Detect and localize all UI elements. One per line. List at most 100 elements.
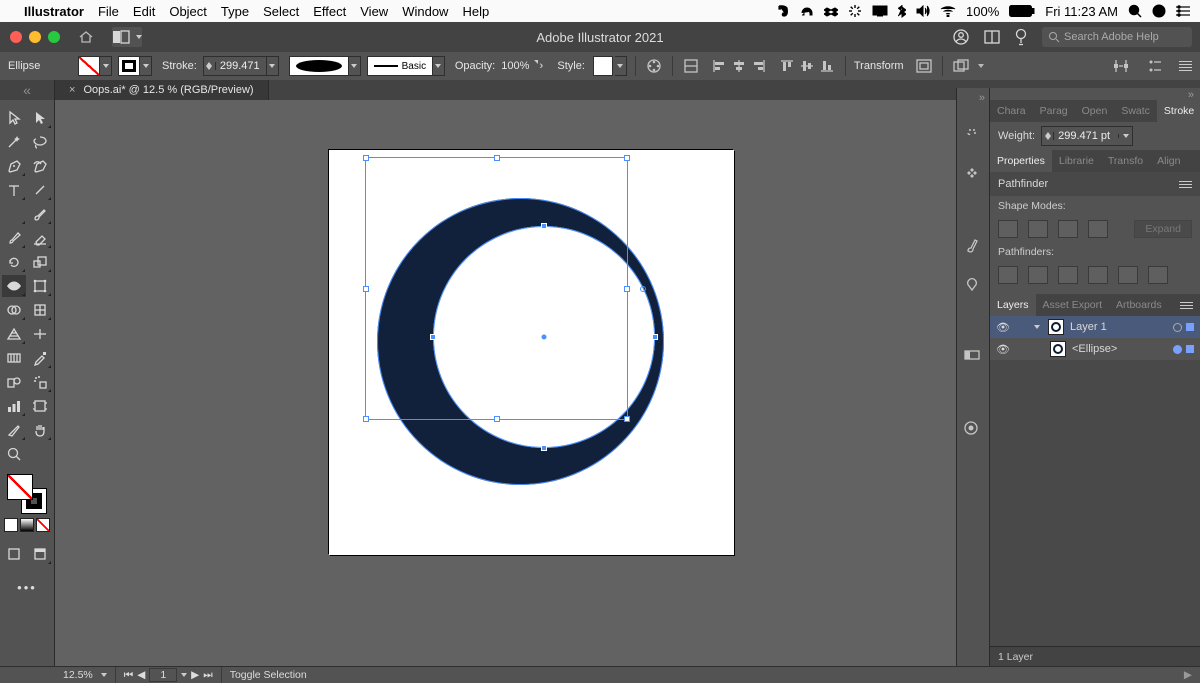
mesh-tool[interactable]	[28, 323, 52, 345]
transform-label[interactable]: Transform	[854, 60, 904, 72]
column-graph-tool[interactable]	[2, 395, 26, 417]
bbox-handle-t[interactable]	[494, 155, 500, 161]
layer-row-layer1[interactable]: 👁 Layer 1	[990, 316, 1200, 338]
screen-mode-icon[interactable]	[28, 543, 52, 565]
menu-select[interactable]: Select	[263, 4, 299, 19]
app-menu[interactable]: Illustrator	[24, 4, 84, 19]
ellipse-label[interactable]: <Ellipse>	[1072, 343, 1117, 355]
battery-menubar-icon[interactable]	[1009, 5, 1035, 17]
fill-swatch[interactable]	[78, 56, 100, 76]
pen-tool[interactable]	[2, 155, 26, 177]
gradient-panel-icon[interactable]	[963, 348, 983, 368]
artboard-nav[interactable]: ⏮◀ 1 ▶⏭	[116, 667, 222, 683]
selection-indicator-ellipse[interactable]	[1186, 345, 1194, 353]
tab-libraries[interactable]: Librarie	[1052, 150, 1101, 172]
help-search[interactable]: Search Adobe Help	[1042, 27, 1192, 47]
graphic-style-swatch[interactable]	[593, 56, 613, 76]
rotate-tool[interactable]	[2, 251, 26, 273]
visibility-toggle-ellipse[interactable]: 👁	[996, 343, 1010, 356]
bbox-handle-bl[interactable]	[363, 416, 369, 422]
magic-wand-tool[interactable]	[2, 131, 26, 153]
pathfinder-menu-icon[interactable]	[1179, 181, 1192, 188]
volume-menubar-icon[interactable]	[916, 5, 930, 17]
zoom-tool[interactable]	[2, 443, 26, 465]
siri-icon[interactable]	[1152, 4, 1166, 18]
shape-properties-icon[interactable]	[914, 56, 934, 76]
selection-indicator-layer1[interactable]	[1186, 323, 1194, 331]
crop-button[interactable]	[1088, 266, 1108, 284]
stroke-dropdown[interactable]	[140, 56, 152, 76]
fill-dropdown[interactable]	[100, 56, 112, 76]
tab-bar-handle[interactable]: «	[0, 80, 55, 100]
workspace-switcher[interactable]	[112, 27, 142, 47]
isolate-dropdown[interactable]	[971, 56, 991, 76]
layers-panel-menu-icon[interactable]	[1173, 294, 1200, 316]
bbox-handle-tl[interactable]	[363, 155, 369, 161]
anchor-right[interactable]	[652, 334, 658, 340]
layer-label[interactable]: Layer 1	[1070, 321, 1107, 333]
evernote-menubar-icon[interactable]	[776, 4, 790, 18]
wifi-menubar-icon[interactable]	[940, 5, 956, 17]
bbox-handle-tr[interactable]	[624, 155, 630, 161]
menu-help[interactable]: Help	[462, 4, 489, 19]
menu-effect[interactable]: Effect	[313, 4, 346, 19]
recolor-artwork-icon[interactable]	[644, 56, 664, 76]
variable-width-profile[interactable]: Basic	[367, 56, 433, 76]
display-menubar-icon[interactable]	[872, 5, 888, 17]
color-panel-icon[interactable]	[963, 124, 983, 144]
fullscreen-window-button[interactable]	[48, 31, 60, 43]
intersect-button[interactable]	[1058, 220, 1078, 238]
preferences-shortcut-icon[interactable]	[1145, 56, 1165, 76]
brushes-panel-icon[interactable]	[963, 236, 983, 256]
color-button[interactable]	[4, 518, 18, 532]
dock-expand-icon[interactable]: »	[957, 92, 989, 104]
canvas-area[interactable]	[55, 100, 956, 666]
stroke-swatch[interactable]	[118, 56, 140, 76]
anchor-top[interactable]	[541, 223, 547, 229]
tab-align[interactable]: Align	[1150, 150, 1187, 172]
menu-type[interactable]: Type	[221, 4, 249, 19]
control-menu-icon[interactable]	[1179, 61, 1192, 71]
expand-button[interactable]: Expand	[1134, 220, 1192, 238]
home-icon[interactable]	[78, 30, 94, 44]
divide-button[interactable]	[998, 266, 1018, 284]
artboard[interactable]	[329, 150, 734, 555]
menu-window[interactable]: Window	[402, 4, 448, 19]
tab-transform[interactable]: Transfo	[1101, 150, 1150, 172]
tab-opentype[interactable]: Open	[1075, 100, 1115, 122]
discover-icon[interactable]	[1014, 28, 1028, 46]
stroke-weight-panel-input[interactable]	[1054, 130, 1118, 142]
ellipse-tool[interactable]	[2, 203, 26, 225]
panel-collapse-icon[interactable]: »	[990, 88, 1200, 100]
align-top-icon[interactable]	[777, 56, 797, 76]
headphones-menubar-icon[interactable]	[800, 4, 814, 18]
selection-tool[interactable]	[2, 107, 26, 129]
disclosure-layer1[interactable]	[1032, 325, 1042, 329]
lasso-tool[interactable]	[28, 131, 52, 153]
fill-stroke-indicator[interactable]	[7, 474, 47, 514]
visibility-toggle-layer1[interactable]: 👁	[996, 321, 1010, 334]
stroke-weight-dropdown[interactable]	[267, 56, 279, 76]
pie-angle-handle[interactable]	[640, 286, 646, 292]
slice-tool[interactable]	[2, 419, 26, 441]
menu-view[interactable]: View	[360, 4, 388, 19]
color-guide-panel-icon[interactable]	[963, 164, 983, 184]
brush-definition-dropdown[interactable]	[349, 56, 361, 76]
cloud-sync-icon[interactable]	[952, 28, 970, 46]
tab-swatches[interactable]: Swatc	[1114, 100, 1157, 122]
bluetooth-menubar-icon[interactable]	[898, 4, 906, 18]
stroke-weight-panel-field[interactable]	[1041, 126, 1133, 146]
variable-width-dropdown[interactable]	[433, 56, 445, 76]
tab-artboards[interactable]: Artboards	[1109, 294, 1169, 316]
minus-front-button[interactable]	[1028, 220, 1048, 238]
close-window-button[interactable]	[10, 31, 22, 43]
merge-button[interactable]	[1058, 266, 1078, 284]
graphic-style-dropdown[interactable]	[615, 56, 627, 76]
isolate-icon[interactable]	[951, 56, 971, 76]
appearance-panel-icon[interactable]	[963, 420, 983, 440]
close-tab-icon[interactable]: ×	[69, 84, 75, 96]
minus-back-button[interactable]	[1148, 266, 1168, 284]
stroke-weight-input[interactable]	[216, 60, 266, 72]
width-tool[interactable]	[2, 275, 26, 297]
tab-asset-export[interactable]: Asset Export	[1036, 294, 1110, 316]
